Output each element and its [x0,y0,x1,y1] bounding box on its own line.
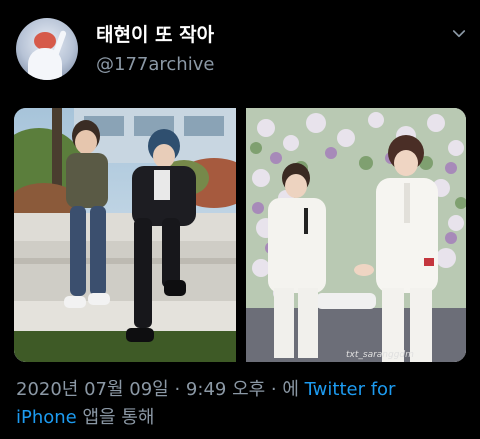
tweet-header: 태현이 또 작아 @177archive [0,0,480,100]
photo-left[interactable] [14,108,236,362]
tweet-metadata: 2020년 07월 09일 · 9:49 오후 · 에 Twitter for … [16,376,466,432]
photo-right[interactable]: txt_saranggdm [246,108,466,362]
tweet-time: 9:49 오후 [185,379,266,400]
via-prefix: 에 [282,379,305,400]
avatar[interactable] [16,18,78,80]
via-suffix: 앱을 통해 [76,407,155,428]
photo-right-illustration: txt_saranggdm [246,108,466,362]
photo-watermark: txt_saranggdm [346,350,414,360]
chevron-down-icon[interactable] [450,25,468,43]
tweet-date: 2020년 07월 09일 [16,379,169,400]
tweet-media[interactable]: txt_saranggdm [14,108,466,362]
user-handle[interactable]: @177archive [96,54,214,75]
photo-left-illustration [14,108,236,362]
source-link[interactable]: Twitter for [305,379,396,400]
source-link-continued[interactable]: iPhone [16,407,77,428]
display-name[interactable]: 태현이 또 작아 [96,20,214,47]
meta-separator: · [168,379,186,400]
meta-separator: · [265,379,283,400]
meta-line-2: iPhone 앱을 통해 [16,404,466,432]
